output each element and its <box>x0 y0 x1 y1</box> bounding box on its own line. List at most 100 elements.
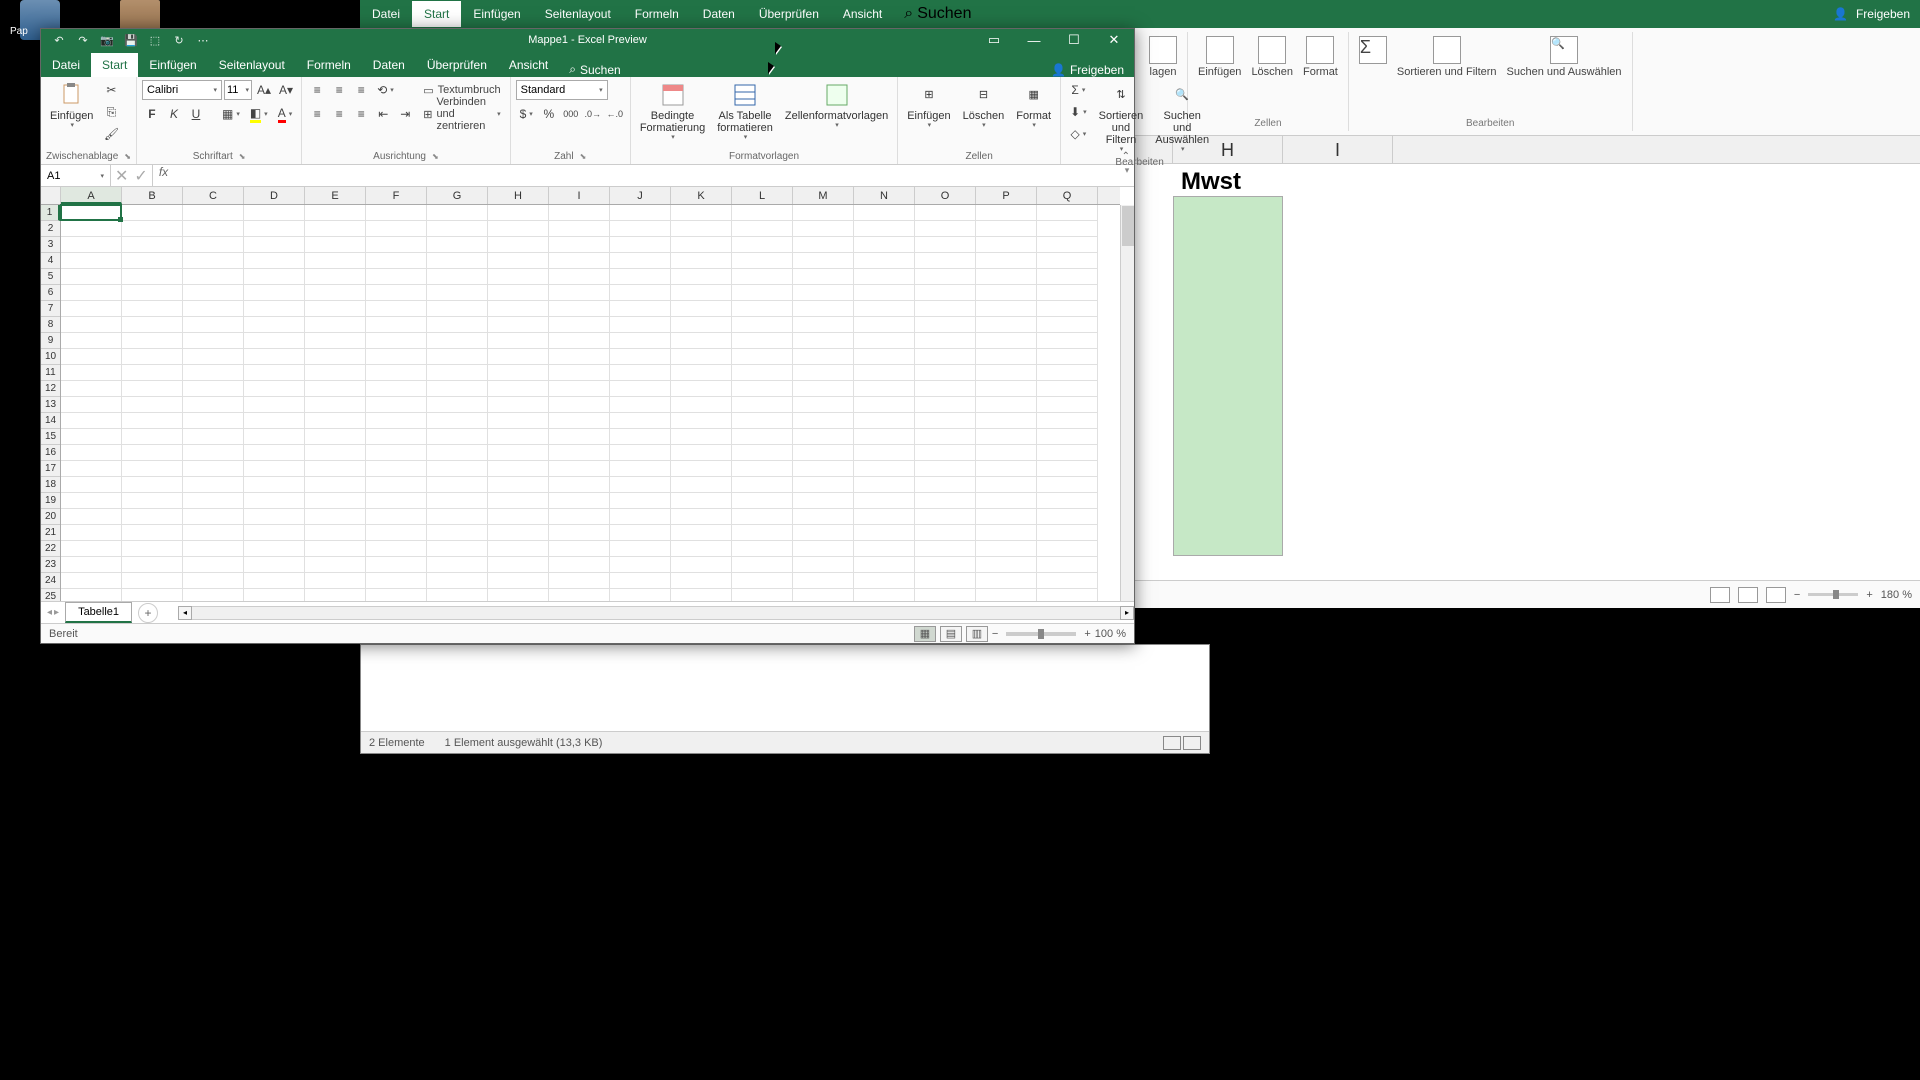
cell-A18[interactable] <box>61 477 122 493</box>
cell-D2[interactable] <box>244 221 305 237</box>
cell-E24[interactable] <box>305 573 366 589</box>
cell-P10[interactable] <box>976 349 1037 365</box>
cell-B8[interactable] <box>122 317 183 333</box>
cell-D10[interactable] <box>244 349 305 365</box>
ribbon-options-button[interactable]: ▭ <box>974 29 1014 51</box>
cell-D15[interactable] <box>244 429 305 445</box>
cell-J7[interactable] <box>610 301 671 317</box>
cell-D3[interactable] <box>244 237 305 253</box>
cell-O12[interactable] <box>915 381 976 397</box>
cell-D8[interactable] <box>244 317 305 333</box>
align-top-button[interactable]: ≡ <box>307 80 327 100</box>
collapse-ribbon-button[interactable]: ⌃ <box>1122 151 1130 162</box>
cell-M24[interactable] <box>793 573 854 589</box>
cell-P24[interactable] <box>976 573 1037 589</box>
cell-K14[interactable] <box>671 413 732 429</box>
cell-F1[interactable] <box>366 205 427 221</box>
cell-P23[interactable] <box>976 557 1037 573</box>
decrease-font-button[interactable]: A▾ <box>276 80 296 100</box>
clipboard-launcher[interactable]: ⬊ <box>124 152 131 161</box>
cell-M12[interactable] <box>793 381 854 397</box>
cell-M1[interactable] <box>793 205 854 221</box>
cell-N1[interactable] <box>854 205 915 221</box>
bg-search[interactable]: ⌕ Suchen <box>894 5 981 23</box>
cell-D13[interactable] <box>244 397 305 413</box>
cell-F4[interactable] <box>366 253 427 269</box>
cell-B1[interactable] <box>122 205 183 221</box>
align-middle-button[interactable]: ≡ <box>329 80 349 100</box>
cell-N25[interactable] <box>854 589 915 601</box>
row-header-9[interactable]: 9 <box>41 333 60 349</box>
cell-I1[interactable] <box>549 205 610 221</box>
cell-E21[interactable] <box>305 525 366 541</box>
cell-J15[interactable] <box>610 429 671 445</box>
cell-G5[interactable] <box>427 269 488 285</box>
cell-Q7[interactable] <box>1037 301 1098 317</box>
cell-L2[interactable] <box>732 221 793 237</box>
cancel-formula-button[interactable]: ✕ <box>115 166 128 186</box>
close-button[interactable]: ✕ <box>1094 29 1134 51</box>
bg-tab-daten[interactable]: Daten <box>691 1 747 27</box>
cell-K17[interactable] <box>671 461 732 477</box>
border-button[interactable]: ▦▾ <box>218 104 244 124</box>
column-header-B[interactable]: B <box>122 187 183 204</box>
cell-O10[interactable] <box>915 349 976 365</box>
cell-F19[interactable] <box>366 493 427 509</box>
cell-F5[interactable] <box>366 269 427 285</box>
cell-A25[interactable] <box>61 589 122 601</box>
cell-P15[interactable] <box>976 429 1037 445</box>
cell-E13[interactable] <box>305 397 366 413</box>
sheet-tab-tabelle1[interactable]: Tabelle1 <box>65 602 132 623</box>
cell-G6[interactable] <box>427 285 488 301</box>
cell-O5[interactable] <box>915 269 976 285</box>
cell-Q17[interactable] <box>1037 461 1098 477</box>
cell-L13[interactable] <box>732 397 793 413</box>
cell-B18[interactable] <box>122 477 183 493</box>
cell-N2[interactable] <box>854 221 915 237</box>
row-header-14[interactable]: 14 <box>41 413 60 429</box>
cell-Q22[interactable] <box>1037 541 1098 557</box>
cell-M7[interactable] <box>793 301 854 317</box>
cell-L4[interactable] <box>732 253 793 269</box>
cell-J9[interactable] <box>610 333 671 349</box>
cell-J13[interactable] <box>610 397 671 413</box>
cell-D24[interactable] <box>244 573 305 589</box>
cell-O24[interactable] <box>915 573 976 589</box>
save-button[interactable]: 💾 <box>123 32 139 48</box>
cell-P14[interactable] <box>976 413 1037 429</box>
cell-P2[interactable] <box>976 221 1037 237</box>
cell-H7[interactable] <box>488 301 549 317</box>
cell-I8[interactable] <box>549 317 610 333</box>
cell-A5[interactable] <box>61 269 122 285</box>
cell-M11[interactable] <box>793 365 854 381</box>
zoom-level[interactable]: 100 % <box>1095 628 1126 640</box>
bold-button[interactable]: F <box>142 104 162 124</box>
row-header-18[interactable]: 18 <box>41 477 60 493</box>
cell-Q9[interactable] <box>1037 333 1098 349</box>
increase-indent-button[interactable]: ⇥ <box>395 104 415 124</box>
cell-Q15[interactable] <box>1037 429 1098 445</box>
cell-G17[interactable] <box>427 461 488 477</box>
cell-E9[interactable] <box>305 333 366 349</box>
cell-H10[interactable] <box>488 349 549 365</box>
cell-C16[interactable] <box>183 445 244 461</box>
cell-P16[interactable] <box>976 445 1037 461</box>
fx-icon[interactable]: fx <box>153 165 174 186</box>
cell-H21[interactable] <box>488 525 549 541</box>
row-header-20[interactable]: 20 <box>41 509 60 525</box>
cell-I7[interactable] <box>549 301 610 317</box>
clear-button[interactable]: ◇▾ <box>1066 124 1091 144</box>
cell-O4[interactable] <box>915 253 976 269</box>
cell-L16[interactable] <box>732 445 793 461</box>
column-header-C[interactable]: C <box>183 187 244 204</box>
hscroll-right[interactable]: ▸ <box>1120 606 1134 620</box>
cell-O1[interactable] <box>915 205 976 221</box>
cell-K1[interactable] <box>671 205 732 221</box>
sheet-nav-last[interactable]: ▸ <box>54 607 59 618</box>
bg-view-layout[interactable] <box>1738 587 1758 603</box>
cell-Q3[interactable] <box>1037 237 1098 253</box>
row-header-4[interactable]: 4 <box>41 253 60 269</box>
cell-Q24[interactable] <box>1037 573 1098 589</box>
cell-E25[interactable] <box>305 589 366 601</box>
cell-J25[interactable] <box>610 589 671 601</box>
